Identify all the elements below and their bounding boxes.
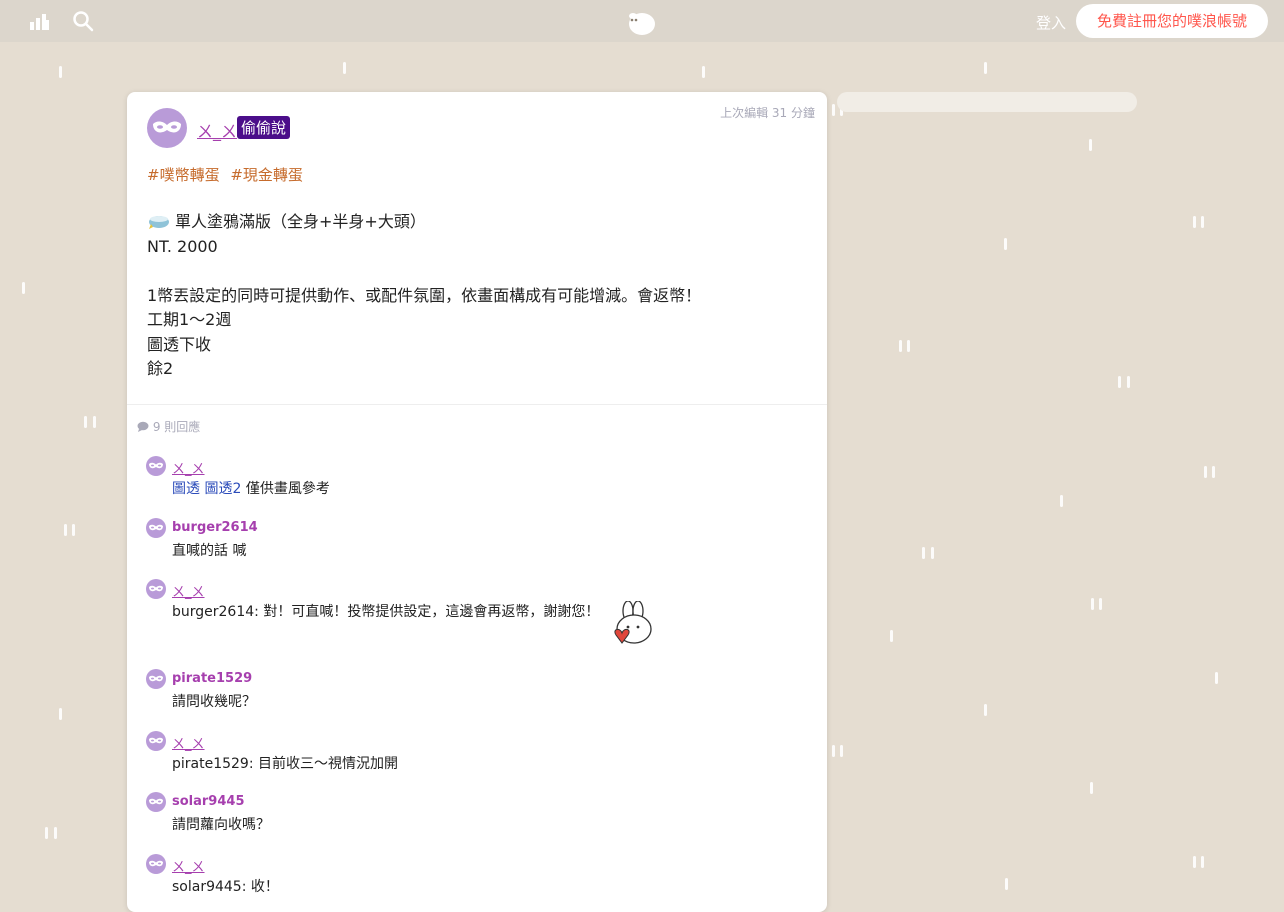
response-author[interactable]: solar9445 [172, 794, 245, 809]
anonymous-mask-avatar-icon[interactable] [146, 456, 166, 476]
anonymous-mask-avatar-icon[interactable] [147, 108, 187, 148]
login-link[interactable]: 登入 [1036, 12, 1066, 33]
bowl-emoticon-icon [147, 212, 171, 238]
anonymous-mask-avatar-icon[interactable] [146, 518, 166, 538]
response-author[interactable]: ㄨ_ㄨ [172, 733, 205, 752]
sidebar-placeholder [837, 92, 1137, 112]
content-line: 圖透下收 [147, 334, 212, 354]
response-author[interactable]: pirate1529 [172, 671, 252, 686]
image-link[interactable]: 圖透 [172, 481, 200, 497]
response-author[interactable]: ㄨ_ㄨ [172, 581, 205, 600]
response-text: solar9445: 收！ [172, 879, 279, 895]
content-line: NT. 2000 [147, 236, 218, 256]
plurk-content: 單人塗鴉滿版（全身+半身+大頭） NT. 2000 1幣丟設定的同時可提供動作、… [147, 210, 701, 382]
content-line: 1幣丟設定的同時可提供動作、或配件氛圍，依畫面構成有可能增減。會返幣！ [147, 285, 702, 305]
bunny-heart-sticker-icon [606, 600, 658, 656]
content-line [147, 259, 701, 284]
signup-button[interactable]: 免費註冊您的噗浪帳號 [1076, 4, 1268, 38]
plurk-card: ㄨ_ㄨ 偷偷說 上次編輯 31 分鐘 #噗幣轉蛋 #現金轉蛋 單人塗鴉滿版（全身… [127, 92, 827, 912]
anonymous-mask-avatar-icon[interactable] [146, 579, 166, 599]
comment-icon [137, 421, 149, 435]
response-text: 請問收幾呢？ [172, 694, 256, 710]
content-line: 工期1～2週 [147, 310, 232, 329]
response-author[interactable]: burger2614 [172, 520, 258, 535]
content-line: 單人塗鴉滿版（全身+半身+大頭） [147, 210, 701, 235]
response-author[interactable]: ㄨ_ㄨ [172, 458, 205, 477]
hashtag[interactable]: #現金轉蛋 [230, 166, 303, 184]
reply-count[interactable]: 9 則回應 [137, 418, 200, 435]
anonymous-mask-avatar-icon[interactable] [146, 731, 166, 751]
plurk-logo-icon[interactable] [624, 8, 660, 40]
search-icon[interactable] [72, 10, 94, 36]
anonymous-mask-avatar-icon[interactable] [146, 792, 166, 812]
response-author[interactable]: ㄨ_ㄨ [172, 856, 205, 875]
image-link[interactable]: 圖透2 [204, 481, 241, 497]
hashtag[interactable]: #噗幣轉蛋 [147, 166, 220, 184]
edited-timestamp: 上次編輯 31 分鐘 [720, 106, 815, 120]
response-text: 直喊的話 喊 [172, 543, 247, 559]
divider [127, 404, 827, 405]
whisper-badge: 偷偷說 [237, 116, 291, 139]
hashtag-list: #噗幣轉蛋 #現金轉蛋 [147, 164, 309, 185]
top-bar: 登入 免費註冊您的噗浪帳號 [0, 0, 1284, 42]
response-text: 圖透 圖透2 僅供畫風參考 [172, 481, 330, 497]
response-text: 請問蘿向收嗎？ [172, 817, 270, 833]
content-line: 餘2 [147, 359, 174, 378]
anonymous-mask-avatar-icon[interactable] [146, 669, 166, 689]
response-text: pirate1529: 目前收三～視情況加開 [172, 756, 399, 772]
anonymous-mask-avatar-icon[interactable] [146, 854, 166, 874]
response-text: burger2614: 對！可直喊！投幣提供設定，這邊會再返幣，謝謝您！ [172, 600, 658, 656]
stats-icon[interactable] [30, 12, 50, 34]
author-name[interactable]: ㄨ_ㄨ [197, 118, 237, 142]
